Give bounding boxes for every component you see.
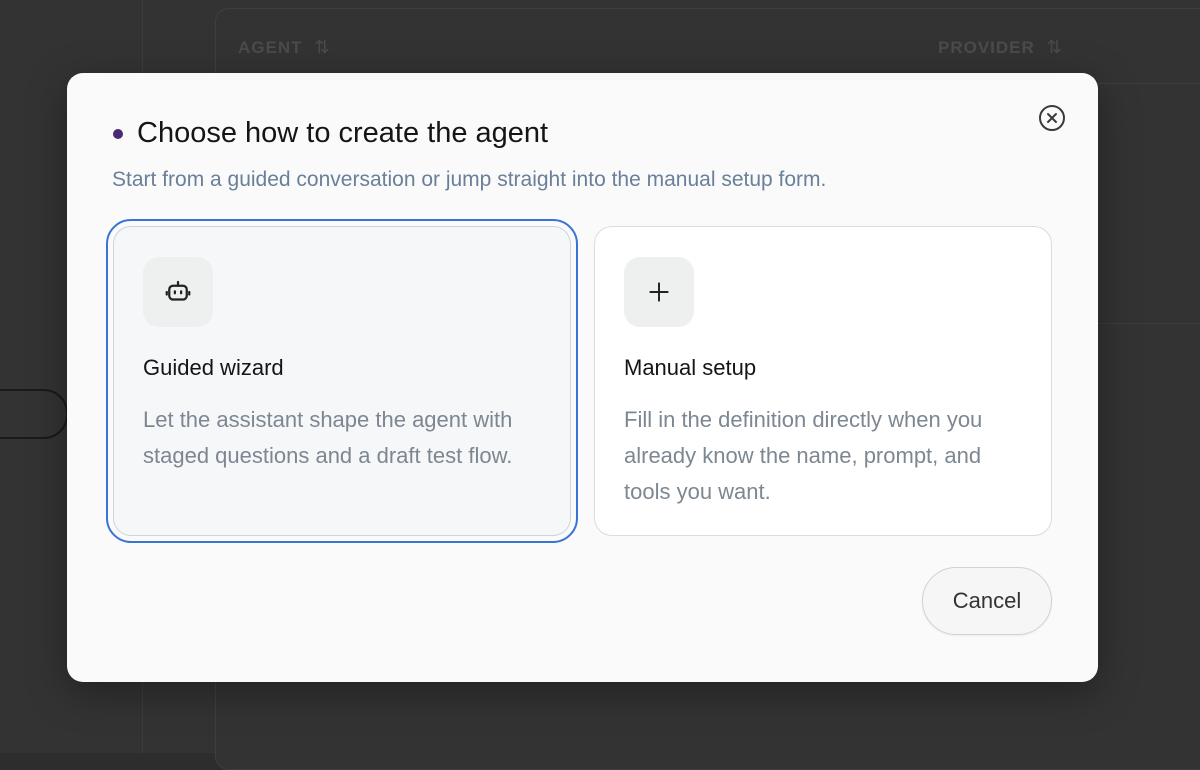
sort-arrows-icon: ⇅ (314, 37, 331, 57)
column-header-provider: PROVIDER ⇅ (938, 37, 1063, 57)
title-dot-icon (113, 128, 123, 139)
option-description: Fill in the definition directly when you… (624, 407, 983, 504)
dialog-subtitle: Start from a guided conversation or jump… (112, 168, 827, 191)
close-circle-icon (1047, 113, 1057, 123)
option-title: Guided wizard (143, 355, 284, 380)
dialog-title: Choose how to create the agent (113, 117, 548, 150)
create-agent-dialog: Choose how to create the agent Start fro… (67, 73, 1098, 682)
card-icon-container (143, 257, 213, 327)
option-title: Manual setup (624, 355, 757, 380)
option-manual-setup[interactable]: Manual setup Fill in the definition dire… (594, 226, 1052, 536)
cancel-button[interactable]: Cancel (922, 567, 1052, 635)
sort-arrows-icon: ⇅ (1046, 37, 1063, 57)
close-button[interactable] (1039, 105, 1065, 131)
option-description: Let the assistant shape the agent with s… (143, 407, 513, 468)
option-guided-wizard[interactable]: Guided wizard Let the assistant shape th… (106, 219, 578, 543)
plus-icon (649, 282, 669, 302)
column-header-agent: AGENT ⇅ (238, 37, 331, 57)
card-icon-container (624, 257, 694, 327)
robot-icon (165, 280, 191, 301)
background-pill (0, 389, 68, 439)
